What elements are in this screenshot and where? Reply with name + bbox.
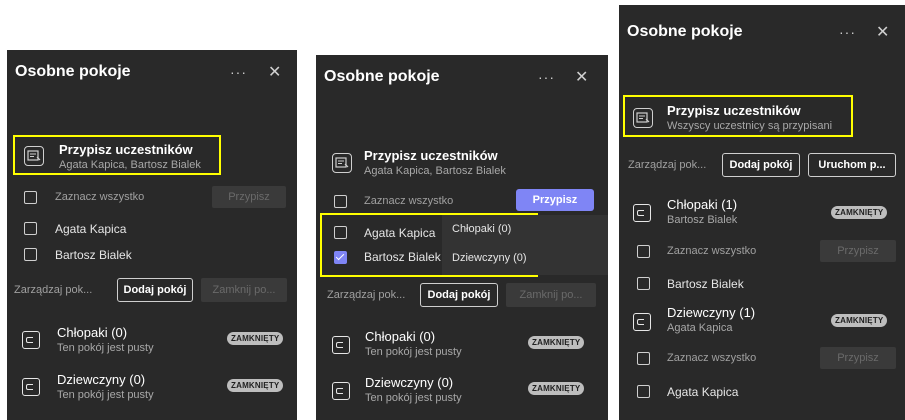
status-badge: ZAMKNIĘTY (227, 379, 284, 392)
status-badge: ZAMKNIĘTY (831, 206, 888, 219)
assign-button[interactable]: Przypisz (516, 189, 594, 211)
participant-name: Agata Kapica (667, 385, 739, 399)
room-name[interactable]: Dziewczyny (0) (365, 375, 453, 390)
assign-room-dropdown[interactable]: Chłopaki (0) Dziewczyny (0) (442, 215, 608, 275)
room-icon (22, 378, 40, 396)
room-subtitle: Bartosz Bialek (667, 214, 738, 226)
select-all-label: Zaznacz wszystko (55, 191, 145, 203)
room-name[interactable]: Chłopaki (1) (667, 197, 737, 212)
participant-name: Agata Kapica (55, 222, 127, 236)
room-name[interactable]: Chłopaki (0) (57, 325, 127, 340)
room-subtitle: Ten pokój jest pusty (365, 346, 462, 358)
breakout-rooms-panel-3: Osobne pokoje ··· ✕ Przypisz uczestników… (619, 5, 905, 420)
panel-title: Osobne pokoje (324, 68, 440, 85)
panel-title: Osobne pokoje (627, 23, 743, 40)
breakout-rooms-panel-1: Osobne pokoje ··· ✕ Przypisz uczestników… (7, 50, 297, 420)
close-icon[interactable]: ✕ (575, 67, 588, 87)
more-options-icon[interactable]: ··· (230, 64, 247, 80)
participant-name: Bartosz Bialek (55, 248, 132, 262)
more-options-icon[interactable]: ··· (839, 24, 856, 40)
manage-rooms-label: Zarządzaj pok... (327, 289, 406, 301)
panel-title: Osobne pokoje (15, 63, 131, 80)
close-rooms-button[interactable]: Zamknij po... (506, 283, 596, 307)
status-badge: ZAMKNIĘTY (528, 382, 585, 395)
breakout-rooms-panel-2: Osobne pokoje ··· ✕ Przypisz uczestników… (316, 55, 608, 420)
assign-participants-subtitle: Wszyscy uczestnicy są przypisani (667, 120, 833, 132)
dropdown-option[interactable]: Chłopaki (0) (452, 223, 511, 235)
room-subtitle: Ten pokój jest pusty (57, 342, 154, 354)
participant-name: Bartosz Bialek (667, 277, 744, 291)
assign-participants-icon[interactable] (633, 108, 653, 128)
assign-participants-subtitle: Agata Kapica, Bartosz Bialek (364, 165, 506, 177)
assign-button[interactable]: Przypisz (820, 347, 896, 369)
select-all-checkbox[interactable] (637, 352, 650, 365)
close-icon[interactable]: ✕ (876, 22, 889, 42)
assign-participants-button[interactable]: Przypisz uczestników (667, 103, 801, 118)
participant-checkbox-agata[interactable] (334, 226, 347, 239)
room-name[interactable]: Dziewczyny (0) (57, 372, 145, 387)
assign-participants-icon[interactable] (332, 153, 352, 173)
room-icon (633, 204, 651, 222)
room-name[interactable]: Dziewczyny (1) (667, 305, 755, 320)
assign-participants-icon[interactable] (24, 146, 44, 166)
room-subtitle: Ten pokój jest pusty (365, 392, 462, 404)
start-rooms-button[interactable]: Uruchom p... (808, 153, 896, 177)
participant-checkbox-bartosz[interactable] (24, 248, 37, 261)
select-all-checkbox[interactable] (334, 195, 347, 208)
room-icon (332, 336, 350, 354)
assign-participants-subtitle: Agata Kapica, Bartosz Bialek (59, 159, 201, 171)
participant-checkbox-bartosz[interactable] (334, 251, 347, 264)
participant-name: Bartosz Bialek (364, 250, 441, 264)
select-all-label: Zaznacz wszystko (667, 245, 757, 257)
status-badge: ZAMKNIĘTY (831, 314, 888, 327)
room-subtitle: Ten pokój jest pusty (57, 389, 154, 401)
select-all-checkbox[interactable] (24, 191, 37, 204)
assign-participants-button[interactable]: Przypisz uczestników (364, 148, 498, 163)
add-room-button[interactable]: Dodaj pokój (722, 153, 800, 177)
assign-participants-button[interactable]: Przypisz uczestników (59, 142, 193, 157)
room-icon (633, 313, 651, 331)
participant-checkbox-agata[interactable] (637, 385, 650, 398)
room-icon (22, 331, 40, 349)
add-room-button[interactable]: Dodaj pokój (117, 278, 193, 302)
participant-checkbox-bartosz[interactable] (637, 277, 650, 290)
assign-button[interactable]: Przypisz (820, 240, 896, 262)
status-badge: ZAMKNIĘTY (528, 336, 585, 349)
assign-button[interactable]: Przypisz (212, 186, 286, 208)
more-options-icon[interactable]: ··· (538, 69, 555, 85)
select-all-label: Zaznacz wszystko (667, 352, 757, 364)
select-all-checkbox[interactable] (637, 245, 650, 258)
participant-checkbox-agata[interactable] (24, 222, 37, 235)
room-subtitle: Agata Kapica (667, 322, 733, 334)
status-badge: ZAMKNIĘTY (227, 332, 284, 345)
select-all-label: Zaznacz wszystko (364, 195, 454, 207)
manage-rooms-label: Zarządzaj pok... (14, 284, 93, 296)
manage-rooms-label: Zarządzaj pok... (628, 159, 707, 171)
participant-name: Agata Kapica (364, 226, 436, 240)
close-icon[interactable]: ✕ (268, 62, 281, 82)
close-rooms-button[interactable]: Zamknij po... (201, 278, 287, 302)
add-room-button[interactable]: Dodaj pokój (420, 283, 498, 307)
room-icon (332, 382, 350, 400)
room-name[interactable]: Chłopaki (0) (365, 329, 435, 344)
dropdown-option[interactable]: Dziewczyny (0) (452, 252, 527, 264)
